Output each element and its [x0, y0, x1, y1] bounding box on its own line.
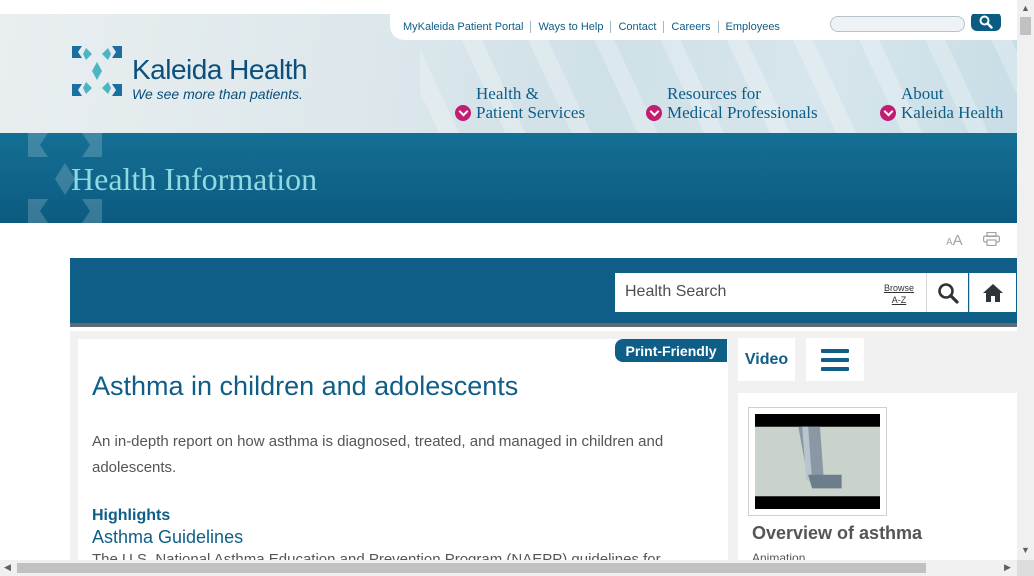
nav-label-line2: Kaleida Health: [901, 103, 1004, 122]
horizontal-scrollbar[interactable]: ◀ ▶: [0, 560, 1017, 576]
site-search-input[interactable]: [830, 16, 965, 32]
search-icon: [937, 282, 959, 304]
printer-icon[interactable]: [983, 232, 1000, 246]
patient-portal-link[interactable]: MyKaleida Patient Portal: [396, 21, 530, 33]
nav-label-line1: About: [901, 84, 944, 103]
nav-label-line2: Medical Professionals: [667, 103, 818, 122]
careers-link[interactable]: Careers: [663, 21, 717, 33]
nav-label-line2: Patient Services: [476, 103, 586, 122]
browse-a-z-link[interactable]: Browse A-Z: [884, 282, 914, 306]
site-header: MyKaleida Patient Portal Ways to Help Co…: [0, 14, 1017, 133]
a-z-label: A-Z: [891, 295, 907, 305]
contact-link[interactable]: Contact: [610, 21, 663, 33]
health-search-button[interactable]: [926, 273, 968, 312]
nav-about-kaleida[interactable]: About Kaleida Health: [880, 84, 1003, 122]
video-thumbnail[interactable]: [748, 407, 887, 516]
scroll-left-icon[interactable]: ◀: [4, 563, 11, 572]
health-search-bar: Health Search Browse A-Z: [70, 258, 1017, 323]
utility-links: MyKaleida Patient Portal Ways to Help Co…: [396, 14, 787, 40]
inhaler-video-image: [755, 414, 880, 509]
employees-link[interactable]: Employees: [717, 21, 787, 33]
horizontal-scroll-thumb[interactable]: [17, 563, 926, 573]
search-bar-divider: [70, 323, 1017, 327]
hamburger-menu-icon: [821, 348, 849, 371]
page-title: Health Information: [71, 161, 318, 197]
utility-bar: MyKaleida Patient Portal Ways to Help Co…: [390, 14, 1017, 40]
video-title[interactable]: Overview of asthma: [752, 523, 922, 544]
chevron-down-icon: [455, 105, 471, 121]
video-panel: Overview of asthma Animation: [738, 393, 1017, 561]
health-search-input[interactable]: Health Search: [625, 283, 726, 301]
nav-resources-medical-professionals[interactable]: Resources for Medical Professionals: [646, 84, 818, 122]
tab-video[interactable]: Video: [738, 338, 795, 381]
highlights-heading: Highlights: [92, 507, 171, 524]
scrollbar-corner: [1017, 560, 1034, 576]
page-banner: Health Information: [0, 133, 1017, 223]
vertical-scrollbar[interactable]: ▲ ▼: [1017, 0, 1034, 560]
nav-label-line1: Resources for: [667, 84, 761, 103]
article-description: An in-depth report on how asthma is diag…: [92, 433, 664, 476]
scroll-down-icon[interactable]: ▼: [1021, 546, 1030, 555]
kaleida-logo[interactable]: Kaleida Health We see more than patients…: [70, 44, 330, 104]
text-size-control[interactable]: AA: [946, 232, 963, 250]
sidebar-menu-button[interactable]: [806, 338, 864, 381]
health-home-button[interactable]: [969, 273, 1016, 312]
article-title: Asthma in children and adolescents: [92, 371, 519, 401]
nav-health-patient-services[interactable]: Health & Patient Services: [455, 84, 585, 122]
search-icon: [979, 15, 993, 29]
chevron-down-icon: [880, 105, 896, 121]
scroll-up-icon[interactable]: ▲: [1021, 4, 1030, 13]
scroll-right-icon[interactable]: ▶: [1004, 563, 1011, 572]
logo-mark-icon: [72, 46, 122, 96]
text-size-small[interactable]: A: [946, 237, 953, 248]
article-panel: Asthma in children and adolescents An in…: [78, 339, 728, 561]
health-search-field[interactable]: Health Search Browse A-Z: [615, 273, 926, 312]
logo-name: Kaleida Health: [132, 54, 308, 85]
browse-label: Browse: [884, 283, 915, 293]
highlight-link-asthma-guidelines[interactable]: Asthma Guidelines: [92, 527, 243, 548]
text-size-large[interactable]: A: [953, 232, 963, 249]
print-friendly-button[interactable]: Print-Friendly: [615, 339, 727, 362]
logo-tagline: We see more than patients.: [132, 86, 303, 102]
home-icon: [983, 283, 1003, 302]
ways-to-help-link[interactable]: Ways to Help: [530, 21, 610, 33]
nav-label-line1: Health &: [476, 84, 539, 103]
chevron-down-icon: [646, 105, 662, 121]
vertical-scroll-thumb[interactable]: [1020, 17, 1031, 35]
site-search-button[interactable]: [971, 14, 1001, 31]
